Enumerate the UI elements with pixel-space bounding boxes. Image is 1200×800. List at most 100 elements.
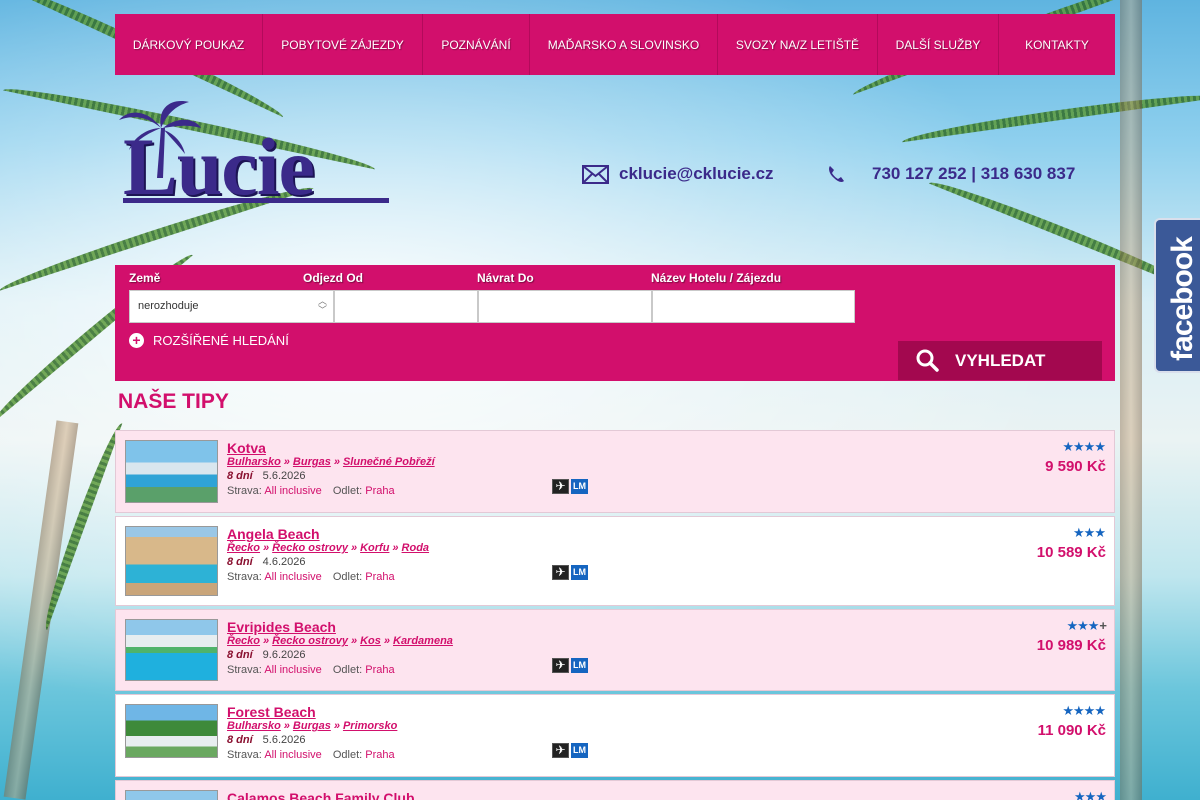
airplane-icon: ✈ xyxy=(552,743,569,758)
nav-item-other-services[interactable]: DALŠÍ SLUŽBY xyxy=(878,14,999,75)
return-date-input[interactable] xyxy=(478,290,652,323)
last-minute-icon: LM xyxy=(571,658,588,673)
destination-breadcrumb: Bulharsko» Burgas» Primorsko xyxy=(227,720,398,732)
star-rating: ★★★ xyxy=(1066,618,1099,633)
destination-link[interactable]: Kos xyxy=(360,635,381,647)
label-depart: Odjezd Od xyxy=(303,271,363,285)
hotel-thumbnail[interactable] xyxy=(125,704,218,758)
destination-link[interactable]: Korfu xyxy=(360,542,389,554)
envelope-icon xyxy=(582,164,609,184)
nav-item-stays[interactable]: POBYTOVÉ ZÁJEZDY xyxy=(263,14,423,75)
hotel-name-link[interactable]: Calamos Beach Family Club xyxy=(227,790,415,800)
hotel-name-link[interactable]: Kotva xyxy=(227,440,266,456)
hotel-stars: ★★★ xyxy=(1073,525,1106,541)
destination-link[interactable]: Bulharsko xyxy=(227,456,281,468)
departure-value: Praha xyxy=(365,485,395,497)
logo[interactable]: Lucie xyxy=(117,98,397,210)
board-label: Strava: xyxy=(227,664,262,676)
departure-label: Odlet: xyxy=(332,664,363,676)
tips-title: NAŠE TIPY xyxy=(118,390,229,413)
nav-item-gift-voucher[interactable]: DÁRKOVÝ POUKAZ xyxy=(115,14,263,75)
tip-item[interactable]: Evripides Beach Řecko» Řecko ostrovy» Kos»… xyxy=(115,609,1115,691)
departure-value: Praha xyxy=(365,664,395,676)
board-value: All inclusive xyxy=(264,571,322,583)
destination-link[interactable]: Řecko xyxy=(227,542,260,554)
days-count: 8 dní xyxy=(227,734,253,746)
destination-link[interactable]: Burgas xyxy=(293,456,331,468)
contact-email-text: cklucie@cklucie.cz xyxy=(619,164,774,183)
trip-meta: Strava: All inclusive Odlet: Praha xyxy=(227,571,395,583)
hotel-stars: ★★★+ xyxy=(1066,618,1107,634)
departure-label: Odlet: xyxy=(332,571,363,583)
price: 10 589 Kč xyxy=(1036,544,1106,561)
hotel-thumbnail[interactable] xyxy=(125,526,218,596)
advanced-search-toggle[interactable]: + ROZŠÍŘENÉ HLEDÁNÍ xyxy=(129,333,289,348)
board-value: All inclusive xyxy=(264,664,322,676)
departure-date: 5.6.2026 xyxy=(262,734,306,746)
contact-email[interactable]: cklucie@cklucie.cz xyxy=(582,164,774,184)
logo-text: Lucie xyxy=(123,121,315,212)
trip-meta: Strava: All inclusive Odlet: Praha xyxy=(227,749,395,761)
contact-phone[interactable]: 730 127 252 | 318 630 837 xyxy=(826,164,1075,184)
board-value: All inclusive xyxy=(264,485,322,497)
departure-date: 4.6.2026 xyxy=(262,556,306,568)
nav-item-contacts[interactable]: KONTAKTY xyxy=(999,14,1115,75)
star-rating: ★★★★ xyxy=(1062,439,1106,454)
last-minute-icon: LM xyxy=(571,743,588,758)
search-button[interactable]: VYHLEDAT xyxy=(898,341,1102,380)
hotel-name-input[interactable] xyxy=(652,290,855,323)
hotel-thumbnail[interactable] xyxy=(125,619,218,681)
country-select-value: nerozhoduje xyxy=(138,300,199,312)
country-select[interactable]: nerozhoduje ︿ ﹀ xyxy=(129,290,334,323)
board-value: All inclusive xyxy=(264,749,322,761)
hotel-stars: ★★★ xyxy=(1074,789,1107,800)
star-rating: ★★★ xyxy=(1074,789,1107,800)
destination-link[interactable]: Kardamena xyxy=(393,635,453,647)
star-rating: ★★★ xyxy=(1073,525,1106,540)
trip-meta: Strava: All inclusive Odlet: Praha xyxy=(227,664,395,676)
airplane-icon: ✈ xyxy=(552,565,569,580)
main-nav: DÁRKOVÝ POUKAZ POBYTOVÉ ZÁJEZDY POZNÁVÁN… xyxy=(115,14,1115,75)
destination-link[interactable]: Primorsko xyxy=(343,720,397,732)
destination-link[interactable]: Bulharsko xyxy=(227,720,281,732)
nav-item-airport-transfers[interactable]: SVOZY NA/Z LETIŠTĚ xyxy=(718,14,878,75)
hotel-stars: ★★★★ xyxy=(1062,703,1106,719)
label-country: Země xyxy=(129,271,161,285)
days-count: 8 dní xyxy=(227,649,253,661)
destination-link[interactable]: Řecko xyxy=(227,635,260,647)
departure-label: Odlet: xyxy=(332,485,363,497)
tip-item[interactable]: Angela Beach Řecko» Řecko ostrovy» Korfu» R… xyxy=(115,516,1115,606)
facebook-tab[interactable]: facebook xyxy=(1154,218,1200,373)
hotel-name-link[interactable]: Forest Beach xyxy=(227,704,316,720)
hotel-name-link[interactable]: Evripides Beach xyxy=(227,619,336,635)
destination-link[interactable]: Roda xyxy=(402,542,430,554)
tip-item[interactable]: Calamos Beach Family Club ★★★ xyxy=(115,780,1115,800)
phone-icon xyxy=(829,166,844,182)
destination-link[interactable]: Slunečné Pobřeží xyxy=(343,456,435,468)
plus-circle-icon: + xyxy=(129,333,144,348)
tip-item[interactable]: Kotva Bulharsko» Burgas» Slunečné Pobřeží … xyxy=(115,430,1115,513)
nav-item-sightseeing[interactable]: POZNÁVÁNÍ xyxy=(423,14,530,75)
trip-meta: Strava: All inclusive Odlet: Praha xyxy=(227,485,395,497)
price: 10 989 Kč xyxy=(1036,637,1106,654)
destination-link[interactable]: Řecko ostrovy xyxy=(272,635,348,647)
hotel-thumbnail[interactable] xyxy=(125,440,218,503)
destination-breadcrumb: Řecko» Řecko ostrovy» Kos» Kardamena xyxy=(227,635,453,647)
tip-item[interactable]: Forest Beach Bulharsko» Burgas» Primorsko … xyxy=(115,694,1115,777)
hotel-thumbnail[interactable] xyxy=(125,790,218,800)
destination-link[interactable]: Řecko ostrovy xyxy=(272,542,348,554)
destination-link[interactable]: Burgas xyxy=(293,720,331,732)
trip-duration: 8 dní 5.6.2026 xyxy=(227,734,306,746)
departure-value: Praha xyxy=(365,749,395,761)
depart-date-input[interactable] xyxy=(334,290,478,323)
trip-duration: 8 dní 9.6.2026 xyxy=(227,649,306,661)
advanced-search-label: ROZŠÍŘENÉ HLEDÁNÍ xyxy=(153,333,289,348)
last-minute-icon: LM xyxy=(571,565,588,580)
board-label: Strava: xyxy=(227,485,262,497)
hotel-name-link[interactable]: Angela Beach xyxy=(227,526,320,542)
select-arrows-icon: ︿ ﹀ xyxy=(317,296,327,315)
nav-item-hungary-slovenia[interactable]: MAĎARSKO A SLOVINSKO xyxy=(530,14,718,75)
airplane-icon: ✈ xyxy=(552,658,569,673)
label-hotel: Název Hotelu / Zájezdu xyxy=(651,271,782,285)
trip-duration: 8 dní 4.6.2026 xyxy=(227,556,306,568)
